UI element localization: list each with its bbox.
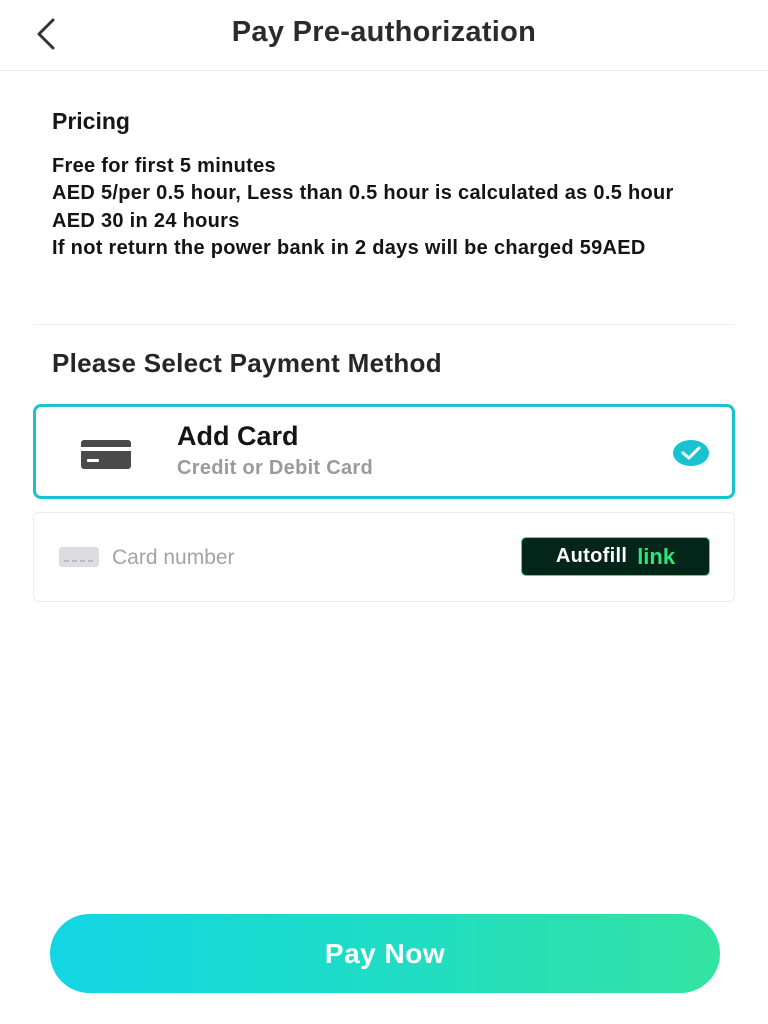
card-number-icon	[59, 547, 99, 567]
pricing-line: If not return the power bank in 2 days w…	[52, 236, 646, 259]
pricing-section: Pricing Free for first 5 minutes AED 5/p…	[52, 108, 722, 262]
page-title: Pay Pre-authorization	[231, 16, 537, 48]
pay-now-button[interactable]: Pay Now	[50, 914, 720, 993]
add-card-title: Add Card	[177, 421, 299, 451]
pay-now-label: Pay Now	[324, 937, 446, 969]
add-card-option[interactable]: Add Card Credit or Debit Card	[33, 404, 735, 499]
add-card-subtitle: Credit or Debit Card	[177, 457, 374, 479]
autofill-label: Autofill	[555, 545, 628, 567]
header-bar: Pay Pre-authorization	[0, 0, 768, 71]
pricing-line: AED 5/per 0.5 hour, Less than 0.5 hour i…	[52, 182, 674, 205]
section-divider	[34, 324, 734, 325]
check-circle-icon	[673, 440, 709, 466]
link-logo: link	[637, 543, 676, 569]
pricing-line: Free for first 5 minutes	[52, 155, 276, 177]
card-number-row: Autofill link	[33, 512, 735, 602]
pricing-details: Free for first 5 minutes AED 5/per 0.5 h…	[52, 153, 722, 262]
pricing-line: AED 30 in 24 hours	[52, 209, 240, 232]
pricing-heading: Pricing	[52, 108, 130, 134]
credit-card-icon	[81, 440, 131, 469]
payment-method-heading: Please Select Payment Method	[52, 348, 442, 378]
autofill-link-button[interactable]: Autofill link	[521, 537, 710, 576]
card-number-input[interactable]	[112, 543, 492, 573]
